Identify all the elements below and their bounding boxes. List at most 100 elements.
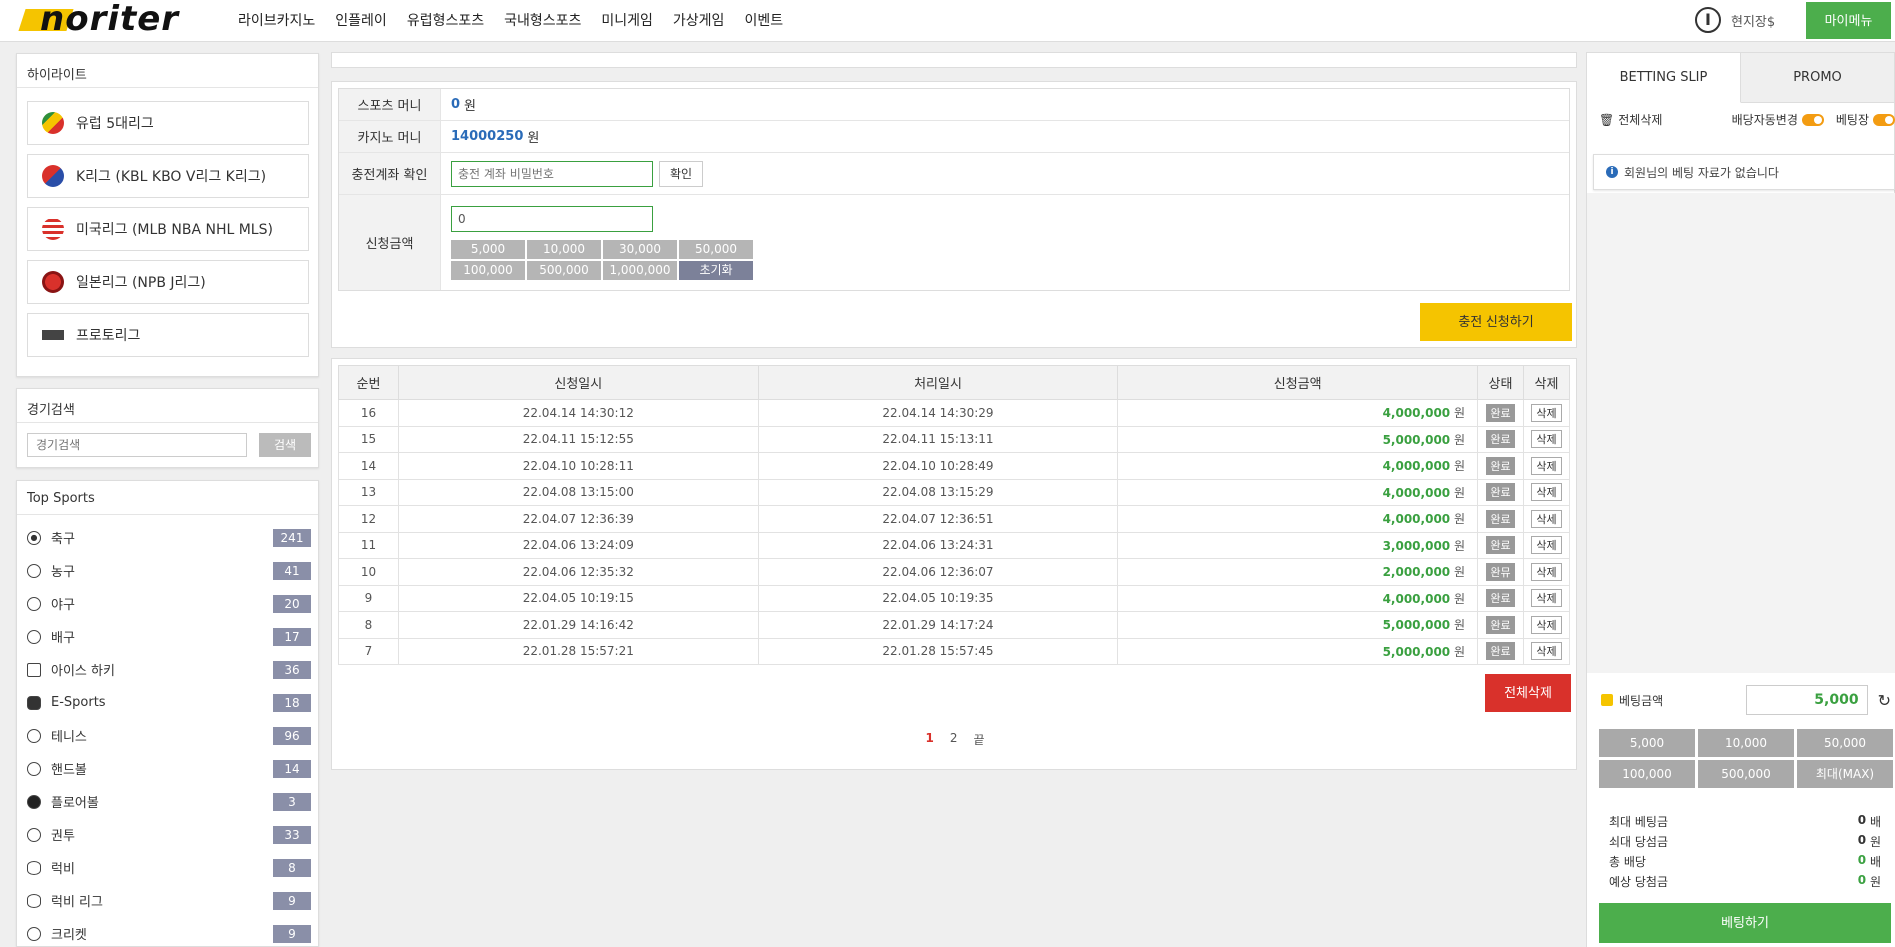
amount-500000-button[interactable]: 500,000 [527,260,601,280]
sport-item-cricket[interactable]: 크리켓 9 [27,917,311,946]
sport-item-soccer[interactable]: ● 축구 241 [27,521,311,554]
sport-count: 18 [273,693,311,712]
nav-live-casino[interactable]: 라이브카지노 [228,0,325,42]
row-status: 완료 [1477,452,1524,480]
sport-item-icehockey[interactable]: 아이스 하키 36 [27,653,311,686]
logo-text: noriter [40,0,180,39]
status-badge: 완료 [1486,403,1515,422]
unit-label: 원 [1453,512,1466,527]
user-info[interactable]: I 현지장$ [1695,7,1775,33]
bet-5000-button[interactable]: 5,000 [1599,729,1695,757]
highlight-item-euro5[interactable]: 유럽 5대리그 [27,101,309,145]
delete-row-button[interactable]: 삭제 [1531,403,1562,422]
highlight-item-usleague[interactable]: 미국리그 (MLB NBA NHL MLS) [27,207,309,251]
sport-count: 41 [273,561,311,580]
sport-count: 17 [273,627,311,646]
proto-icon [42,330,64,340]
amount-5000-button[interactable]: 5,000 [451,239,525,259]
sport-item-boxing[interactable]: 권투 33 [27,818,311,851]
page-2-link[interactable]: 2 [950,731,958,748]
highlight-title: 하이라이트 [17,54,318,88]
col-request-time: 신청일시 [397,365,759,400]
sport-item-floorball[interactable]: 플로어볼 3 [27,785,311,818]
deposit-apply-button[interactable]: 충전 신청하기 [1420,303,1572,341]
sport-item-baseball[interactable]: 야구 20 [27,587,311,620]
delete-row-button[interactable]: 삭제 [1531,456,1562,475]
sport-item-handball[interactable]: 핸드볼 14 [27,752,311,785]
bet-50000-button[interactable]: 50,000 [1797,729,1893,757]
row-delete: 삭제 [1523,478,1570,506]
table-row: 12 22.04.07 12:36:39 22.04.07 12:36:51 4,00… [338,505,1570,533]
sport-item-volleyball[interactable]: 배구 17 [27,620,311,653]
auto-odds-toggle[interactable] [1801,113,1824,126]
highlight-item-japan[interactable]: 일본리그 (NPB J리그) [27,260,309,304]
bet-amount-input[interactable] [1745,685,1868,715]
bet-quick-buttons: 5,000 10,000 50,000 100,000 500,000 최대(M… [1599,729,1893,788]
row-amount: 5,000,000 원 [1117,611,1479,639]
highlight-item-kleague[interactable]: K리그 (KBL KBO V리그 K리그) [27,154,309,198]
confirm-button[interactable]: 확인 [659,160,703,187]
row-status: 완료 [1477,425,1524,453]
delete-row-button[interactable]: 삭제 [1531,615,1562,634]
table-row: 13 22.04.08 13:15:00 22.04.08 13:15:29 4,00… [338,478,1570,506]
delete-row-button[interactable]: 삭제 [1531,430,1562,449]
mymenu-button[interactable]: 마이메뉴 [1806,2,1891,39]
amount-100000-button[interactable]: 100,000 [451,260,525,280]
tab-betting-slip[interactable]: BETTING SLIP [1587,53,1741,103]
search-button[interactable]: 검색 [259,433,311,457]
delete-row-button[interactable]: 삭세 [1531,509,1562,528]
nav-mini-game[interactable]: 미니게임 [591,0,663,42]
center-top-bar [331,52,1577,68]
highlight-item-label: 유럽 5대리그 [76,116,154,132]
bet-window-toggle[interactable] [1873,113,1895,126]
amount-input[interactable] [451,205,653,232]
sport-item-esports[interactable]: E-Sports 18 [27,686,311,719]
row-request-time: 22.01.29 14:16:42 [397,611,759,639]
nav-domestic-sports[interactable]: 국내형스포츠 [494,0,591,42]
row-process-time: 22.04.08 13:15:29 [757,478,1119,506]
account-check-row: 충전계좌 확인 확인 [339,153,1569,195]
sport-item-rugbyleague[interactable]: 럭비 리그 9 [27,884,311,917]
clear-all-link[interactable]: 전체삭제 [1618,111,1662,128]
amount-50000-button[interactable]: 50,000 [679,239,753,259]
page-last-link[interactable]: 끝 [973,731,984,748]
sport-item-basketball[interactable]: 농구 41 [27,554,311,587]
account-password-input[interactable] [451,160,653,187]
nav-inplay[interactable]: 인플레이 [325,0,397,42]
trash-icon[interactable]: 🗑 [1599,113,1614,127]
amount-reset-button[interactable]: 초기화 [679,260,753,280]
sport-item-tennis[interactable]: 테니스 96 [27,719,311,752]
delete-row-button[interactable]: 삭제 [1531,483,1562,502]
sport-count: 14 [273,759,311,778]
amount-10000-button[interactable]: 10,000 [527,239,601,259]
sport-item-rugby[interactable]: 럭비 8 [27,851,311,884]
game-search-input[interactable] [27,433,247,457]
casino-money-value: 14000250 [451,129,524,144]
nav-virtual-game[interactable]: 가상게임 [663,0,735,42]
delete-row-button[interactable]: 삭제 [1531,536,1562,555]
bet-500000-button[interactable]: 500,000 [1698,760,1794,788]
delete-row-button[interactable]: 삭제 [1531,642,1562,661]
amount-value: 2,000,000 [1382,565,1451,580]
soccer-icon: ● [27,530,41,545]
delete-row-button[interactable]: 삭제 [1531,562,1562,581]
tab-promo[interactable]: PROMO [1741,53,1894,103]
page-1-link[interactable]: 1 [925,731,933,748]
nav-event[interactable]: 이벤트 [734,0,793,42]
refresh-icon[interactable]: ↻ [1878,691,1891,710]
bet-max-button[interactable]: 최대(MAX) [1797,760,1893,788]
amount-1000000-button[interactable]: 1,000,000 [603,260,677,280]
delete-all-button[interactable]: 전체삭제 [1485,674,1571,712]
sports-money-value: 0 [451,97,461,112]
row-delete: 삭제 [1523,399,1570,427]
nav-euro-sports[interactable]: 유럽형스포츠 [397,0,494,42]
amount-30000-button[interactable]: 30,000 [603,239,677,259]
place-bet-button[interactable]: 베팅하기 [1599,903,1891,943]
floorball-icon [27,794,41,809]
bet-10000-button[interactable]: 10,000 [1698,729,1794,757]
delete-row-button[interactable]: 삭제 [1531,589,1562,608]
unit-label: 원 [1453,459,1466,474]
highlight-item-proto[interactable]: 프로토리그 [27,313,309,357]
bet-100000-button[interactable]: 100,000 [1599,760,1695,788]
site-logo[interactable]: noriter [18,0,208,39]
